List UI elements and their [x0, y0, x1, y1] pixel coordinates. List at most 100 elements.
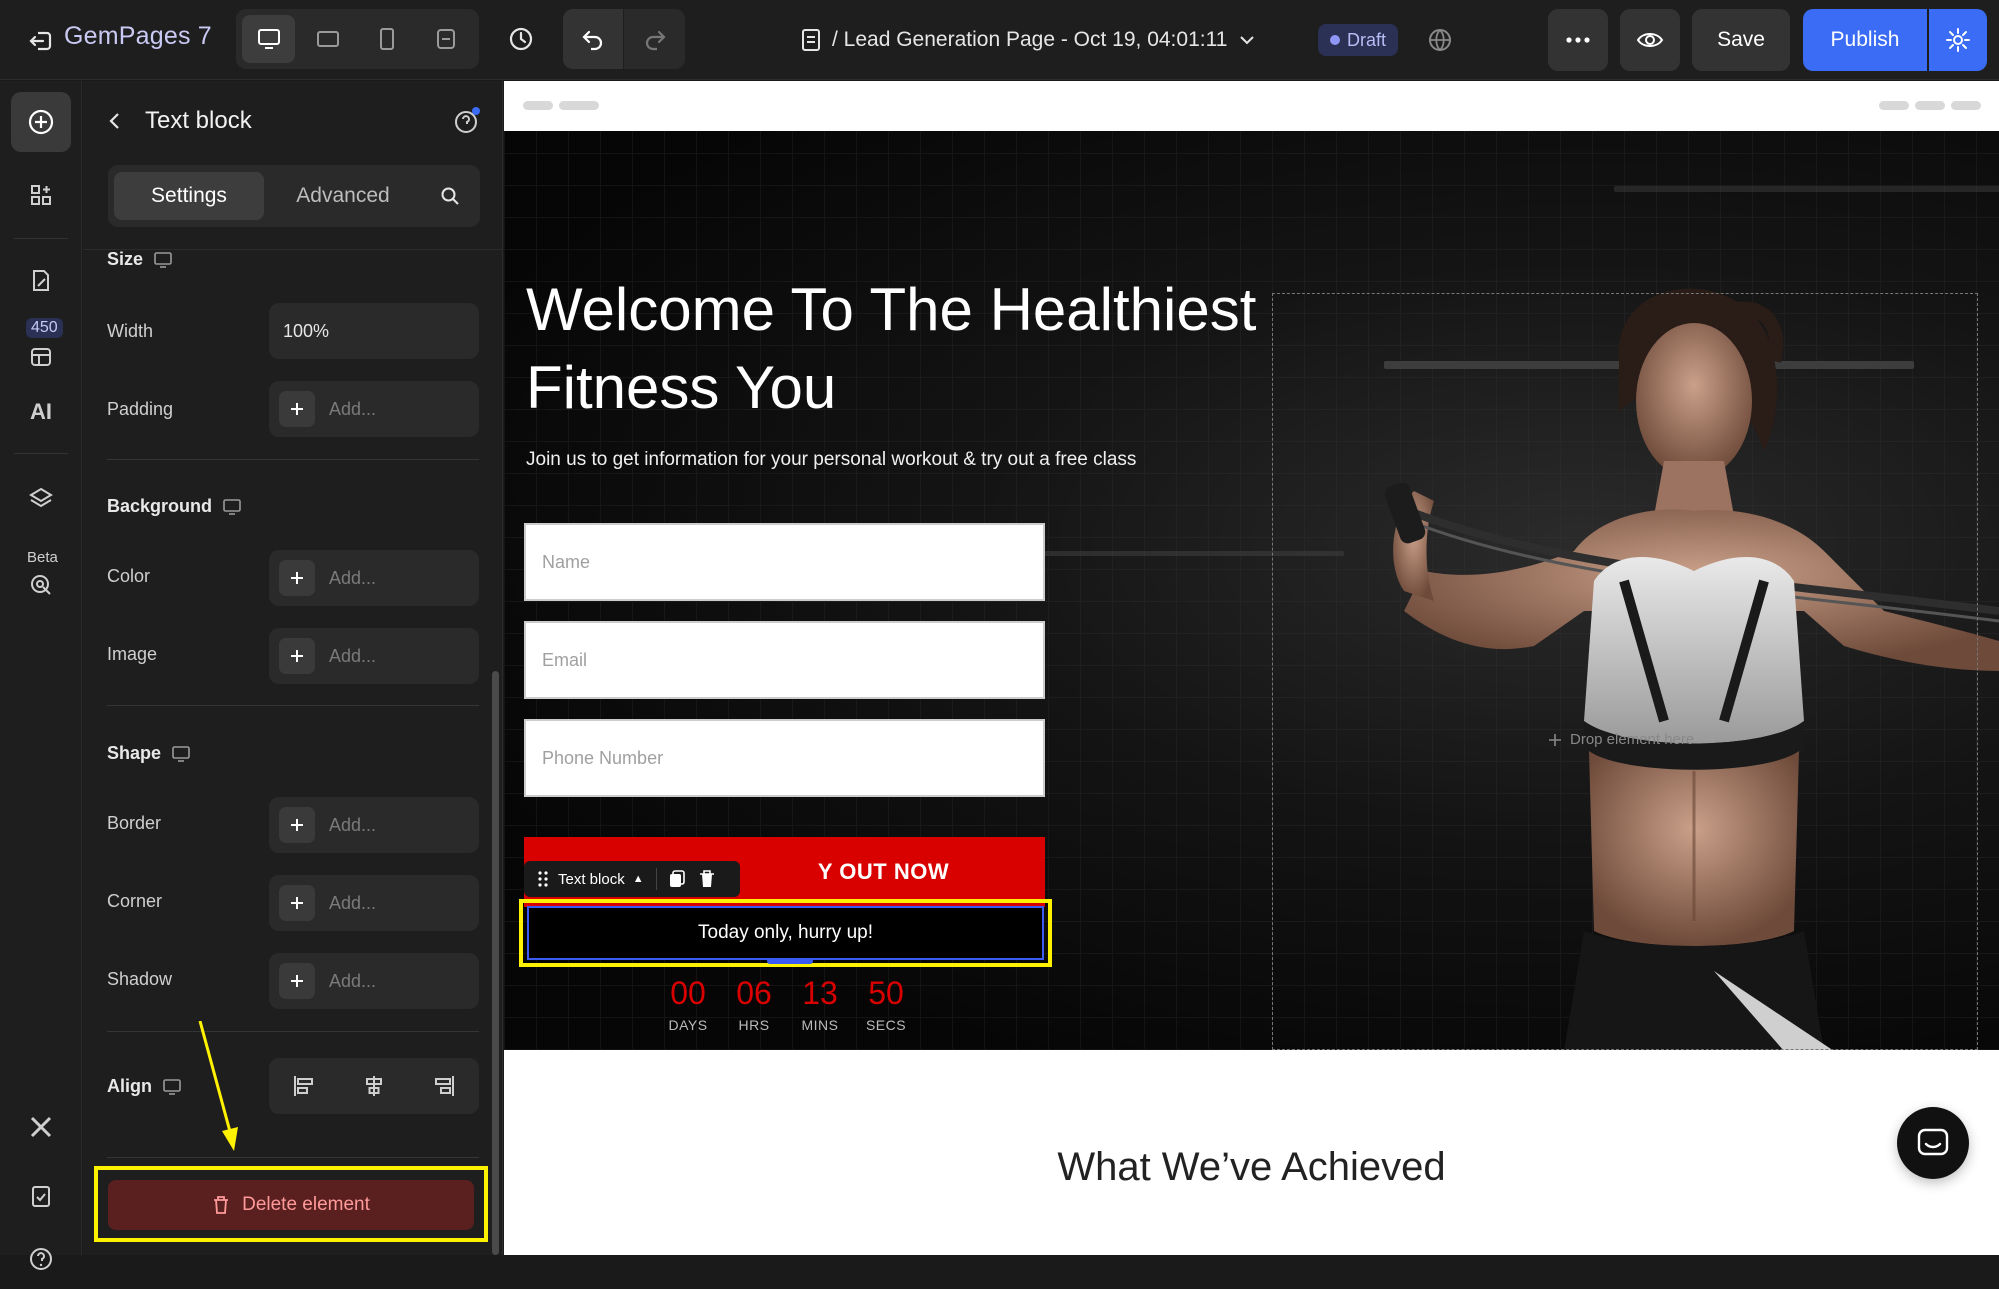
redo-button[interactable]: [624, 9, 685, 69]
ai-button[interactable]: AI: [11, 382, 71, 442]
grid-plus-icon: [31, 185, 51, 205]
hero-section[interactable]: Drop element here Welcome To The Healthi…: [504, 131, 1999, 1050]
size-section-title: Size: [107, 249, 173, 270]
more-options-button[interactable]: [1548, 9, 1608, 71]
phone-input[interactable]: Phone Number: [524, 719, 1045, 797]
status-badge: Draft: [1318, 24, 1399, 56]
status-text: Draft: [1347, 29, 1387, 50]
caret-up-icon[interactable]: ▲: [633, 873, 644, 885]
color-add-field[interactable]: Add...: [269, 550, 479, 606]
page-selector[interactable]: / Lead Generation Page - Oct 19, 04:01:1…: [800, 20, 1257, 60]
element-help-button[interactable]: [451, 105, 483, 137]
templates-button[interactable]: [11, 326, 71, 386]
fit-view-button[interactable]: [420, 15, 473, 63]
resize-handle[interactable]: [767, 958, 813, 964]
tab-pill: [523, 101, 553, 110]
app-brand: GemPages 7: [64, 22, 212, 50]
page-icon: [802, 29, 820, 51]
toolbar-element-name[interactable]: Text block: [558, 871, 625, 888]
image-add-field[interactable]: Add...: [269, 628, 479, 684]
mobile-icon: [380, 28, 395, 50]
target-cursor-icon: [31, 575, 51, 595]
preview-button[interactable]: [1620, 9, 1680, 71]
device-switcher: [236, 9, 479, 69]
achievements-heading[interactable]: What We’ve Achieved: [504, 1145, 1999, 1190]
name-placeholder: Name: [542, 551, 591, 572]
padding-placeholder: Add...: [329, 398, 377, 419]
size-heading: Size: [107, 249, 144, 269]
tab-settings[interactable]: Settings: [114, 172, 264, 220]
padding-add-field[interactable]: Add...: [269, 381, 479, 437]
help-button[interactable]: [11, 1229, 71, 1289]
countdown-timer[interactable]: 00 DAYS 06 HRS 13 MINS 50 SECS: [664, 975, 910, 1033]
shadow-add-field[interactable]: Add...: [269, 953, 479, 1009]
email-input[interactable]: Email: [524, 621, 1045, 699]
save-button[interactable]: Save: [1692, 9, 1790, 71]
back-button[interactable]: [101, 107, 129, 135]
color-label: Color: [107, 566, 151, 586]
desktop-icon: [257, 29, 280, 49]
drop-hint: Drop element here: [1548, 731, 1694, 748]
publish-settings-button[interactable]: [1929, 9, 1987, 71]
panel-scrollbar[interactable]: [492, 671, 499, 1255]
border-add-field[interactable]: Add...: [269, 797, 479, 853]
desktop-icon: [163, 1078, 181, 1095]
undo-button[interactable]: [563, 9, 624, 69]
corner-add-field[interactable]: Add...: [269, 875, 479, 931]
gym-light: [1614, 186, 1999, 192]
plus-icon: [279, 560, 315, 596]
drag-handle-icon[interactable]: [536, 870, 550, 888]
tablet-landscape-view-button[interactable]: [301, 15, 354, 63]
window-pill: [1879, 101, 1909, 110]
trash-icon[interactable]: [697, 869, 717, 889]
history-icon[interactable]: [505, 20, 537, 58]
layers-button[interactable]: [11, 468, 71, 528]
search-icon: [441, 187, 459, 205]
desktop-view-button[interactable]: [242, 15, 296, 63]
width-label: Width: [107, 321, 154, 341]
pages-button[interactable]: [11, 251, 71, 311]
sections-button[interactable]: [11, 165, 71, 225]
language-icon[interactable]: [1422, 22, 1458, 58]
trash-icon: [214, 1196, 229, 1214]
image-placeholder: Add...: [329, 645, 377, 666]
section-divider: [107, 1031, 479, 1032]
countdown-seconds-label: SECS: [865, 1017, 907, 1033]
help-notification-icon: [455, 107, 480, 133]
phone-placeholder: Phone Number: [542, 747, 664, 768]
name-input[interactable]: Name: [524, 523, 1045, 601]
align-left-icon: [294, 1076, 313, 1096]
section-divider: [107, 1157, 479, 1158]
delete-element-button[interactable]: Delete element: [108, 1180, 474, 1230]
mobile-view-button[interactable]: [361, 15, 414, 63]
align-center-button[interactable]: [350, 1062, 398, 1110]
chat-support-button[interactable]: [1897, 1107, 1969, 1179]
align-left-button[interactable]: [280, 1062, 328, 1110]
integrations-button[interactable]: [11, 1097, 71, 1157]
canvas-top-bar: [504, 81, 1999, 131]
hero-subheading[interactable]: Join us to get information for your pers…: [526, 449, 1136, 471]
layout-icon: [31, 348, 51, 366]
window-pill: [1951, 101, 1981, 110]
corner-placeholder: Add...: [329, 892, 377, 913]
heatmap-button[interactable]: [11, 555, 71, 615]
hero-heading[interactable]: Welcome To The Healthiest Fitness You: [526, 271, 1306, 427]
left-icon-rail: 450 AI Beta: [0, 81, 82, 1270]
countdown-days-value: 00: [670, 975, 706, 1011]
search-settings-button[interactable]: [426, 172, 474, 220]
corner-label: Corner: [107, 891, 163, 911]
selected-text-block[interactable]: Today only, hurry up!: [527, 906, 1044, 960]
align-right-button[interactable]: [420, 1062, 468, 1110]
align-right-icon: [435, 1076, 454, 1096]
add-element-button[interactable]: [11, 92, 71, 152]
exit-icon[interactable]: [24, 24, 58, 58]
publish-button[interactable]: Publish: [1803, 9, 1927, 71]
layers-icon: [29, 487, 53, 508]
checklist-button[interactable]: [11, 1166, 71, 1226]
drop-zone[interactable]: [1272, 293, 1978, 1050]
tab-advanced[interactable]: Advanced: [268, 172, 418, 220]
duplicate-icon[interactable]: [667, 869, 687, 889]
width-input[interactable]: 100%: [269, 303, 479, 359]
countdown-minutes-value: 13: [802, 975, 838, 1011]
section-divider: [107, 459, 479, 460]
